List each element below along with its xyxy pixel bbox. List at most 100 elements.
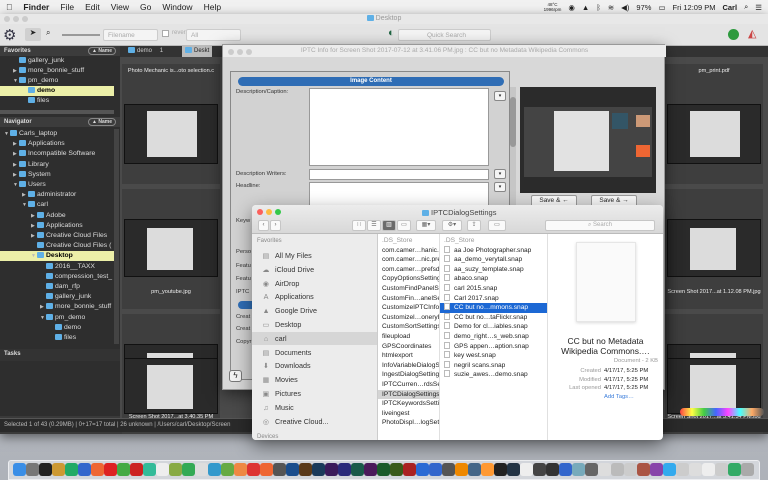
dock-app-icon[interactable] — [247, 463, 260, 476]
finder-sidebar-item[interactable]: A Applications — [252, 290, 377, 303]
menu-view[interactable]: View — [111, 2, 129, 12]
dock-app-icon[interactable] — [598, 463, 611, 476]
tree-item[interactable]: 2016__TAXX — [0, 262, 114, 272]
finder-sidebar-item[interactable]: ▤ Documents — [252, 346, 377, 359]
thumb-size-slider[interactable] — [62, 34, 100, 36]
dock-app-icon[interactable] — [104, 463, 117, 476]
description-dropdown[interactable]: ▾ — [494, 91, 506, 101]
finder-file-item[interactable]: Customizel…oneryDialog▶ — [378, 313, 439, 323]
list-view-button[interactable]: ☰ — [367, 220, 381, 231]
finder-sidebar-item[interactable]: ⌂ carl — [252, 331, 377, 345]
finder-file-item[interactable]: Demo for cl…iables.snap — [440, 322, 547, 332]
dock-app-icon[interactable] — [702, 463, 715, 476]
creative-cloud-icon[interactable]: ◉ — [568, 3, 575, 12]
clock[interactable]: Fri 12:09 PM — [673, 3, 716, 12]
dock-app-icon[interactable] — [312, 463, 325, 476]
dock-app-icon[interactable] — [416, 463, 429, 476]
dock-app-icon[interactable] — [611, 463, 624, 476]
dock-app-icon[interactable] — [676, 463, 689, 476]
finder-file-item[interactable]: IPTCKeywordsSettings▶ — [378, 399, 439, 409]
tree-item[interactable]: dam_rfp — [0, 282, 114, 292]
dock-app-icon[interactable] — [221, 463, 234, 476]
spotlight-icon[interactable]: ⌕ — [744, 2, 748, 12]
headline-dropdown[interactable]: ▾ — [494, 182, 506, 192]
dock-app-icon[interactable] — [572, 463, 585, 476]
finder-file-item[interactable]: .DS_Store — [378, 236, 439, 246]
tree-item[interactable]: ▼ carl — [0, 200, 114, 210]
dock-app-icon[interactable] — [520, 463, 533, 476]
apple-icon[interactable]:  — [6, 2, 12, 12]
finder-sidebar-item[interactable]: ▣ Pictures — [252, 387, 377, 400]
menu-file[interactable]: File — [60, 2, 74, 12]
finder-file-item[interactable]: key west.snap — [440, 351, 547, 361]
dock-app-icon[interactable] — [286, 463, 299, 476]
tab-demo[interactable]: demo 1 — [128, 46, 163, 57]
finder-file-item[interactable]: IngestDialogSettings▶ — [378, 370, 439, 380]
finder-file-item[interactable]: CC but no…taFlickr.snap — [440, 312, 547, 323]
dock-app-icon[interactable] — [117, 463, 130, 476]
dock-app-icon[interactable] — [377, 463, 390, 476]
finder-file-item[interactable]: aa_demo_verytall.snap — [440, 255, 547, 265]
color-label-bar[interactable] — [680, 408, 764, 416]
dock-app-icon[interactable] — [455, 463, 468, 476]
finder-file-item[interactable]: IPTCDialogSettings▶ — [378, 389, 439, 400]
tree-item[interactable]: ▶ Adobe — [0, 211, 114, 221]
menu-go[interactable]: Go — [140, 2, 151, 12]
dock-app-icon[interactable] — [325, 463, 338, 476]
finder-file-item[interactable]: GPS appen…aption.snap — [440, 341, 547, 352]
finder-file-item[interactable]: aa Joe Photographer.snap — [440, 245, 547, 256]
finder-file-item[interactable]: com.camer…nic.prefsdb — [378, 255, 439, 265]
finder-file-item[interactable]: CustomizeIPTCInfoDialog▶ — [378, 303, 439, 313]
dock-app-icon[interactable] — [351, 463, 364, 476]
bluetooth-icon[interactable]: ᛒ — [596, 3, 601, 12]
coverflow-view-button[interactable]: ▭ — [397, 220, 411, 231]
finder-search-input[interactable]: ⌕ Search — [545, 220, 655, 231]
forward-button[interactable]: › — [270, 220, 281, 231]
menu-app[interactable]: Finder — [23, 2, 49, 12]
tree-item[interactable]: ▼ Desktop — [0, 251, 114, 262]
finder-file-item[interactable]: abaco.snap — [440, 274, 547, 284]
dock-app-icon[interactable] — [91, 463, 104, 476]
description-writers-dropdown[interactable]: ▾ — [494, 169, 506, 179]
menu-window[interactable]: Window — [162, 2, 192, 12]
finder-file-item[interactable]: CopyOptionsSettings▶ — [378, 274, 439, 284]
dock-app-icon[interactable] — [481, 463, 494, 476]
dock-app-icon[interactable] — [169, 463, 182, 476]
finder-file-item[interactable]: GPSCoordinates▶ — [378, 342, 439, 352]
dock-app-icon[interactable] — [715, 463, 728, 476]
navigator-sort-button[interactable]: ▲ Name — [88, 118, 116, 126]
description-writers-input[interactable] — [309, 169, 489, 180]
tree-item[interactable]: ▶ Incompatible Software — [0, 149, 114, 159]
dock-app-icon[interactable] — [403, 463, 416, 476]
wifi-icon[interactable]: ≋ — [608, 3, 614, 12]
tree-item[interactable]: ▶ administrator — [0, 190, 114, 200]
dock-app-icon[interactable] — [585, 463, 598, 476]
quick-search-input[interactable]: Quick Search — [398, 29, 491, 41]
dock-app-icon[interactable] — [65, 463, 78, 476]
tree-item[interactable]: files — [0, 333, 114, 343]
finder-file-item[interactable]: CustomFindPanelSettings▶ — [378, 284, 439, 294]
tree-item[interactable]: ▼ pm_demo — [0, 76, 114, 86]
finder-file-item[interactable]: PhotoDispl…logSettings▶ — [378, 418, 439, 428]
tree-item[interactable]: ▶ System — [0, 170, 114, 180]
finder-sidebar-item[interactable]: ◉ AirDrop — [252, 277, 377, 290]
favorites-sort-button[interactable]: ▲ Name — [88, 47, 116, 55]
dock-app-icon[interactable] — [494, 463, 507, 476]
arrange-button[interactable]: ▦▾ — [416, 220, 436, 231]
dock-app-icon[interactable] — [741, 463, 754, 476]
dock-app-icon[interactable] — [39, 463, 52, 476]
drive-icon[interactable]: ▲ — [582, 3, 589, 12]
share-button[interactable]: ⇪ — [467, 220, 481, 231]
dock-app-icon[interactable] — [533, 463, 546, 476]
finder-file-item[interactable]: negril scans.snap — [440, 360, 547, 371]
tree-item[interactable]: gallery_junk — [0, 56, 114, 66]
finder-file-item[interactable]: Carl 2017.snap — [440, 293, 547, 304]
dock-app-icon[interactable] — [689, 463, 702, 476]
tree-item[interactable]: ▶ Applications — [0, 221, 114, 231]
finder-file-item[interactable]: com.camer…hanic.prefs — [378, 246, 439, 256]
add-tags-link[interactable]: Add Tags… — [604, 393, 648, 402]
finder-file-item[interactable]: .DS_Store — [440, 236, 547, 246]
battery-percent[interactable]: 97% — [636, 3, 651, 12]
menu-edit[interactable]: Edit — [85, 2, 100, 12]
dock-app-icon[interactable] — [390, 463, 403, 476]
